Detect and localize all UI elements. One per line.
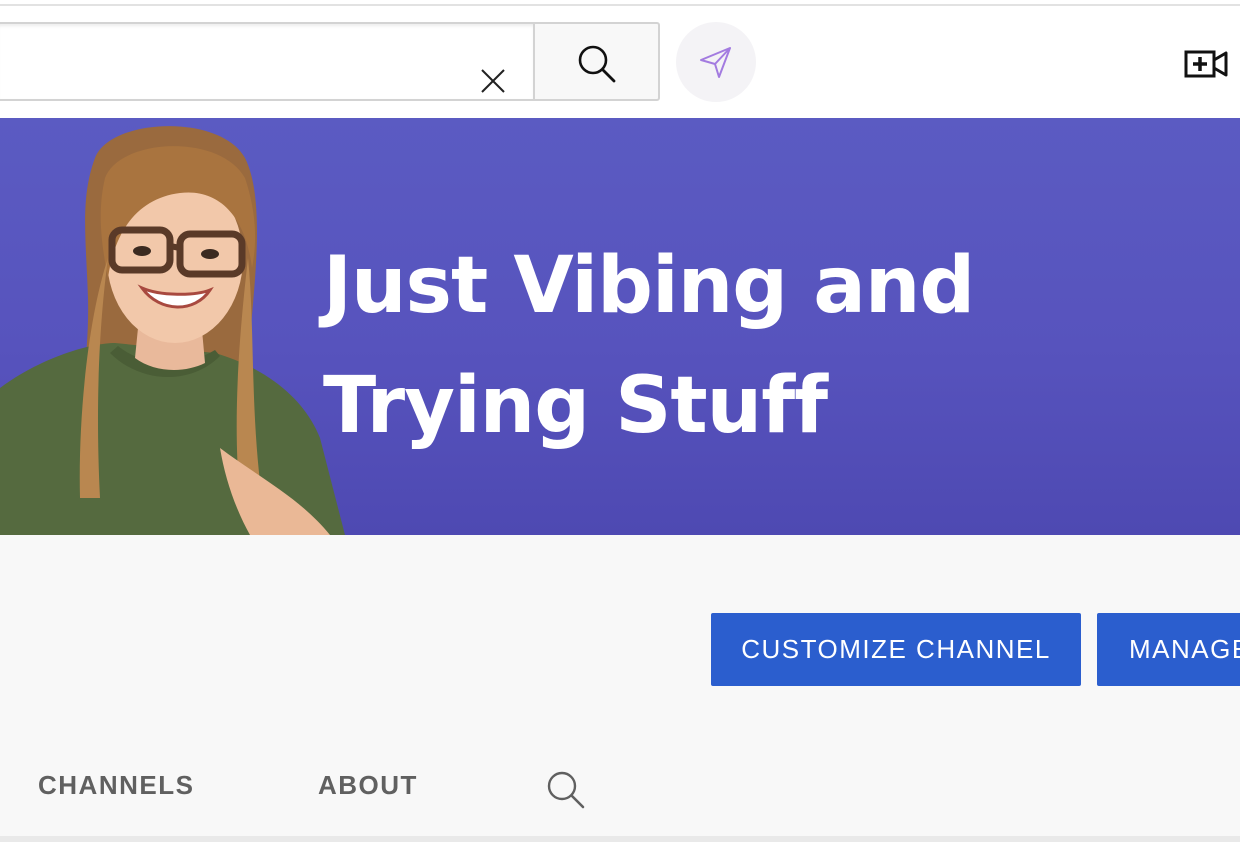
search-icon[interactable] [546, 770, 586, 810]
send-button[interactable] [676, 22, 756, 102]
search-input[interactable] [6, 30, 466, 94]
channel-header: CUSTOMIZE CHANNEL MANAGE CHANNELS ABOUT [0, 535, 1240, 836]
customize-channel-button[interactable]: CUSTOMIZE CHANNEL [711, 613, 1081, 686]
channel-banner: Just Vibing and Trying Stuff [0, 118, 1240, 535]
close-icon[interactable] [478, 66, 508, 96]
search-icon [578, 45, 616, 83]
banner-headline: Just Vibing and Trying Stuff [323, 226, 1083, 466]
create-video-button[interactable] [1184, 46, 1228, 82]
banner-headline-line-1: Just Vibing and [323, 241, 975, 331]
tab-channels[interactable]: CHANNELS [38, 770, 194, 810]
search-box[interactable] [0, 22, 534, 101]
send-icon [700, 47, 731, 78]
search-button[interactable] [533, 22, 660, 101]
manage-videos-button[interactable]: MANAGE [1097, 613, 1240, 686]
masthead [0, 6, 1240, 118]
tab-about[interactable]: ABOUT [318, 770, 418, 810]
bottom-divider [0, 836, 1240, 842]
video-add-icon [1184, 50, 1228, 78]
banner-headline-line-2: Trying Stuff [323, 361, 828, 451]
channel-tabs: CHANNELS ABOUT [0, 750, 1240, 836]
